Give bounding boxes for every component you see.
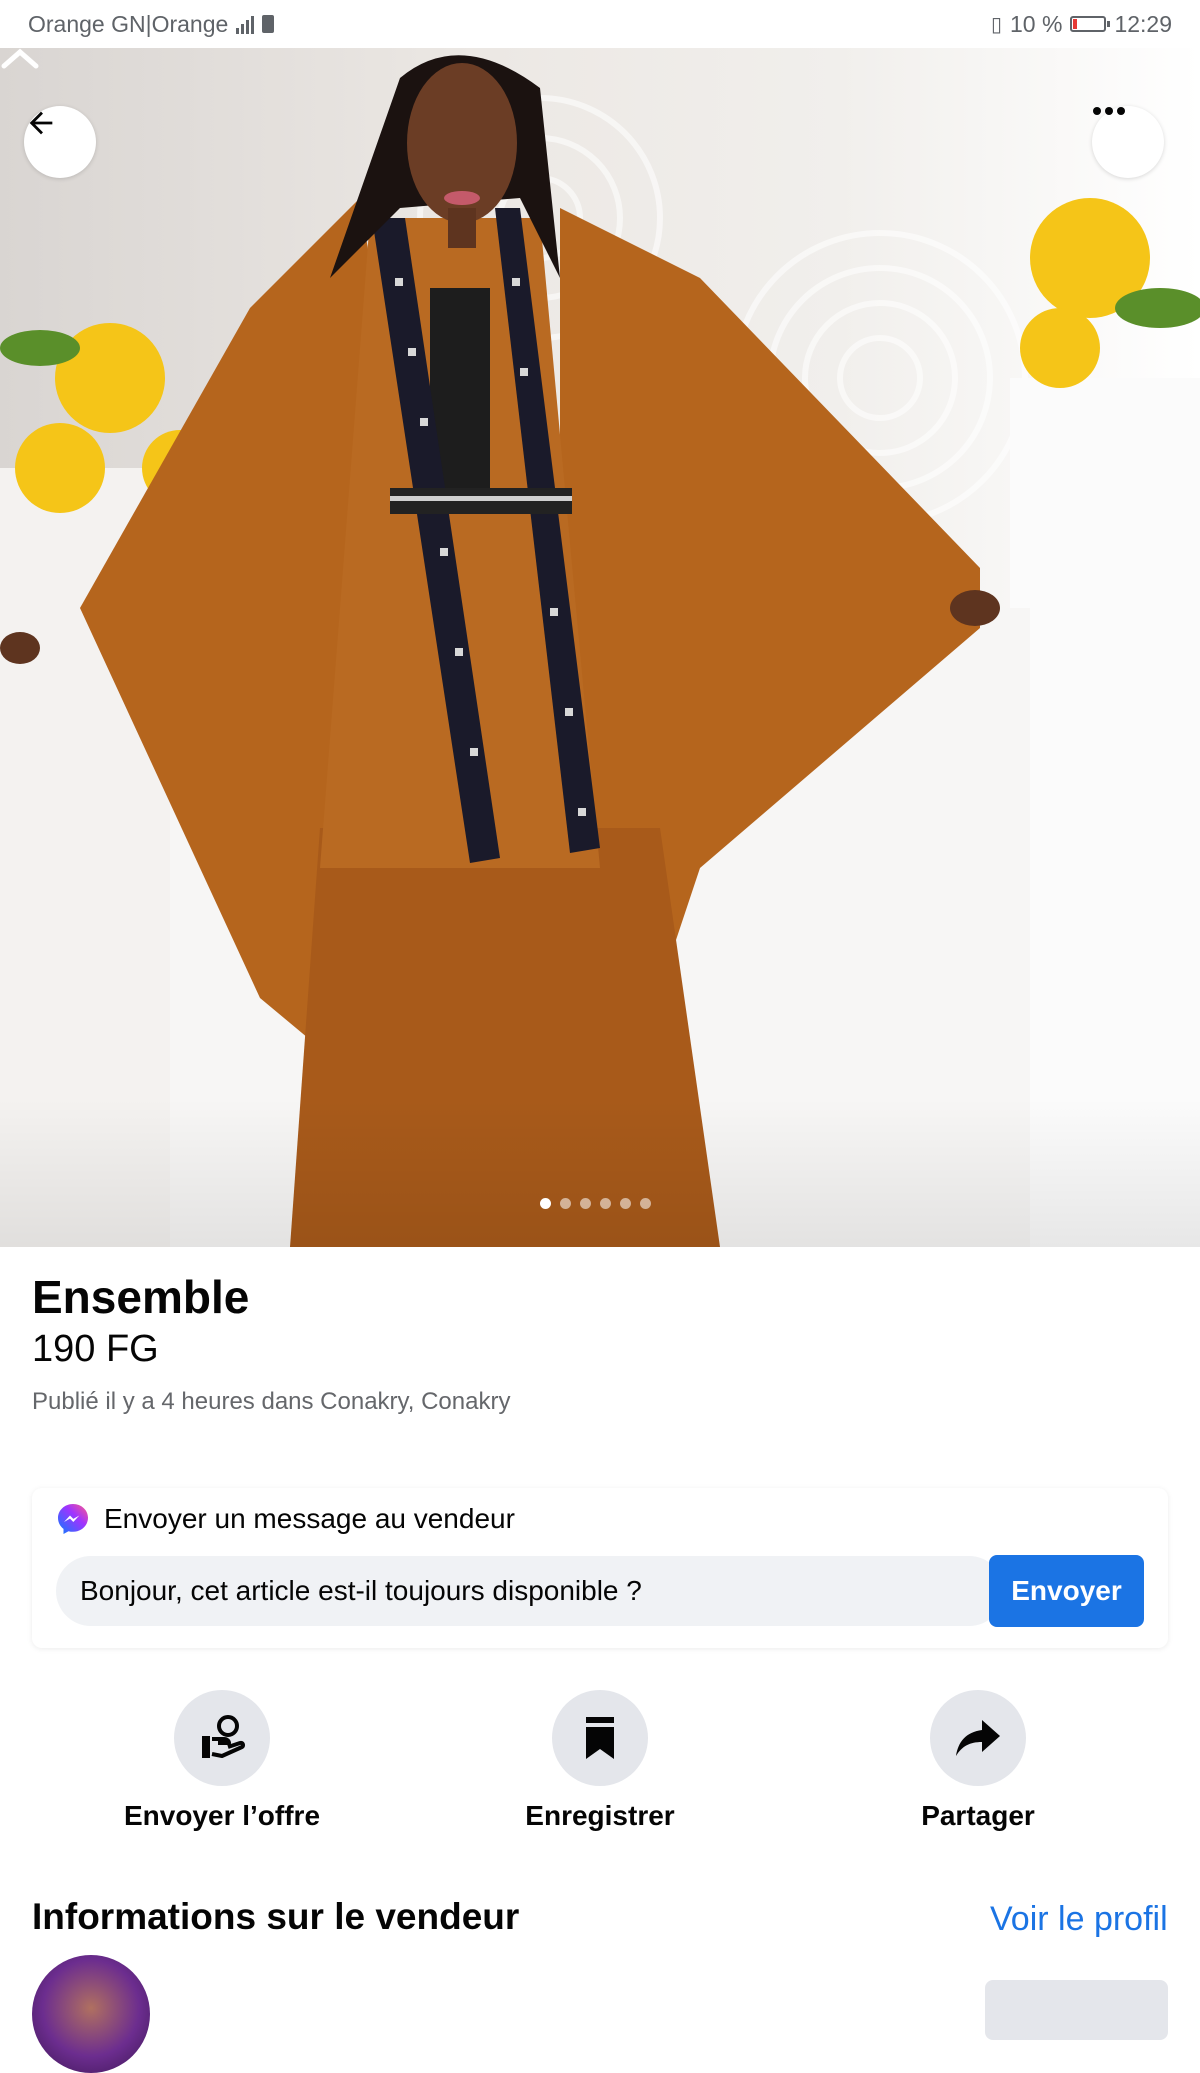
carrier-label: Orange GN|Orange (28, 10, 229, 37)
battery-percent: 10 % (1010, 10, 1063, 37)
message-input[interactable] (56, 1556, 1004, 1626)
listing-photo[interactable] (0, 48, 1200, 1247)
seller-action-button[interactable] (985, 1980, 1168, 2040)
arrow-left-icon (29, 111, 53, 135)
more-options-button[interactable] (1092, 106, 1164, 178)
avatar[interactable] (32, 1955, 150, 2073)
pager-dot[interactable] (540, 1198, 551, 1209)
vibrate-icon: ▯ (990, 13, 1002, 36)
message-seller-card: Envoyer un message au vendeur Envoyer (32, 1488, 1168, 1648)
send-offer-button[interactable]: Envoyer l’offre (92, 1690, 352, 1832)
pager-dot[interactable] (600, 1198, 611, 1209)
more-dots-icon (1093, 107, 1125, 115)
clock: 12:29 (1114, 10, 1172, 37)
send-button[interactable]: Envoyer (989, 1555, 1144, 1627)
listing-title: Ensemble (32, 1271, 250, 1323)
bookmark-icon (586, 1717, 614, 1759)
save-label: Enregistrer (525, 1800, 675, 1831)
share-button[interactable]: Partager (848, 1690, 1108, 1832)
photo-pager-dots[interactable] (540, 1198, 651, 1209)
share-label: Partager (921, 1800, 1035, 1831)
sim-icon (262, 15, 275, 33)
view-profile-link[interactable]: Voir le profil (990, 1900, 1168, 1939)
pager-dot[interactable] (580, 1198, 591, 1209)
message-heading: Envoyer un message au vendeur (104, 1503, 515, 1534)
battery-icon (1070, 16, 1111, 32)
listing-price: 190 FG (32, 1328, 159, 1370)
seller-info-heading: Informations sur le vendeur (32, 1896, 520, 1937)
listing-meta: Publié il y a 4 heures dans Conakry, Con… (32, 1388, 511, 1415)
status-bar: Orange GN|Orange ▯ 10 % 12:29 (0, 0, 1200, 48)
pager-dot[interactable] (640, 1198, 651, 1209)
messenger-icon (58, 1504, 88, 1534)
signal-icon (236, 14, 255, 34)
pager-dot[interactable] (620, 1198, 631, 1209)
save-button[interactable]: Enregistrer (470, 1690, 730, 1832)
offer-hand-icon (202, 1715, 246, 1758)
pager-dot[interactable] (560, 1198, 571, 1209)
back-button[interactable] (24, 106, 96, 178)
share-icon (956, 1720, 1000, 1756)
chevron-up-icon[interactable] (0, 48, 40, 70)
send-offer-label: Envoyer l’offre (123, 1800, 321, 1831)
product-image (0, 55, 1200, 1247)
